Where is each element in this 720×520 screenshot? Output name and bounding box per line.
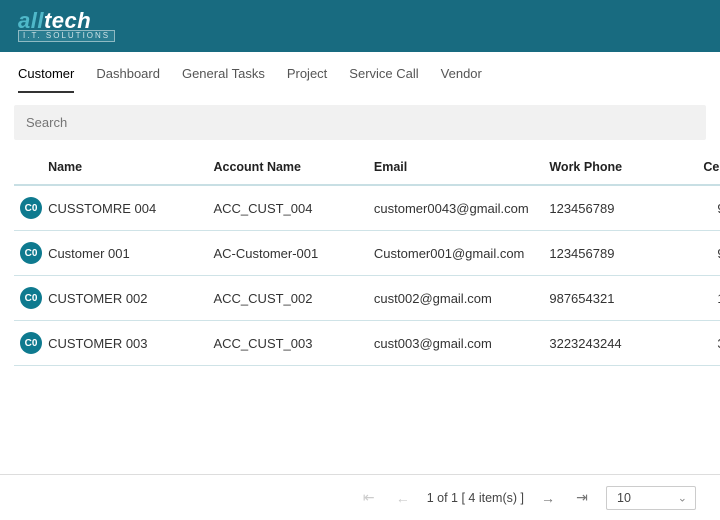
main-nav: Customer Dashboard General Tasks Project… (0, 52, 720, 93)
cell-email: Customer001@gmail.com (368, 231, 543, 276)
pagination-bar: ⇤ ← 1 of 1 [ 4 item(s) ] → ⇥ 10 ⌄ (0, 474, 720, 520)
cell-account: ACC_CUST_004 (207, 185, 367, 231)
col-account-name[interactable]: Account Name (207, 150, 367, 185)
chevron-down-icon: ⌄ (678, 491, 687, 504)
arrow-right-icon: → (541, 490, 555, 506)
cell-name: CUSTOMER 003 (42, 321, 207, 366)
brand-logo: alltech I.T. SOLUTIONS (18, 10, 115, 42)
avatar: C0 (20, 197, 42, 219)
col-name[interactable]: Name (42, 150, 207, 185)
cell-cell-phone: 9876543 (684, 231, 720, 276)
search-bar (14, 105, 706, 140)
col-avatar (14, 150, 42, 185)
avatar: C0 (20, 332, 42, 354)
table-row[interactable]: C0 CUSSTOMRE 004 ACC_CUST_004 customer00… (14, 185, 720, 231)
tab-project[interactable]: Project (287, 66, 327, 93)
cell-cell-phone: 9876543 (684, 185, 720, 231)
arrow-left-icon: ← (396, 490, 410, 506)
search-input[interactable] (14, 105, 706, 140)
col-work-phone[interactable]: Work Phone (543, 150, 683, 185)
chevron-bar-right-icon: ⇥ (576, 489, 588, 506)
page-size-select[interactable]: 10 ⌄ (606, 486, 696, 510)
tab-vendor[interactable]: Vendor (441, 66, 482, 93)
tab-service-call[interactable]: Service Call (349, 66, 418, 93)
pager-first-button[interactable]: ⇤ (359, 488, 379, 508)
avatar: C0 (20, 287, 42, 309)
cell-work-phone: 987654321 (543, 276, 683, 321)
cell-account: ACC_CUST_003 (207, 321, 367, 366)
table-header-row: Name Account Name Email Work Phone Cell … (14, 150, 720, 185)
cell-account: ACC_CUST_002 (207, 276, 367, 321)
pager-last-button[interactable]: ⇥ (572, 488, 592, 508)
cell-work-phone: 3223243244 (543, 321, 683, 366)
pager-prev-button[interactable]: ← (393, 488, 413, 508)
cell-email: cust002@gmail.com (368, 276, 543, 321)
cell-name: CUSTOMER 002 (42, 276, 207, 321)
tab-general-tasks[interactable]: General Tasks (182, 66, 265, 93)
cell-account: AC-Customer-001 (207, 231, 367, 276)
cell-email: cust003@gmail.com (368, 321, 543, 366)
customer-table-wrap: Name Account Name Email Work Phone Cell … (0, 150, 720, 474)
tab-dashboard[interactable]: Dashboard (96, 66, 160, 93)
cell-work-phone: 123456789 (543, 185, 683, 231)
chevron-bar-left-icon: ⇤ (363, 489, 375, 506)
table-row[interactable]: C0 Customer 001 AC-Customer-001 Customer… (14, 231, 720, 276)
col-cell-phone[interactable]: Cell Phone (684, 150, 720, 185)
cell-cell-phone: 1234567 (684, 276, 720, 321)
cell-name: Customer 001 (42, 231, 207, 276)
cell-name: CUSSTOMRE 004 (42, 185, 207, 231)
tab-customer[interactable]: Customer (18, 66, 74, 93)
avatar: C0 (20, 242, 42, 264)
pager-status: 1 of 1 [ 4 item(s) ] (427, 491, 524, 505)
customer-table: Name Account Name Email Work Phone Cell … (14, 150, 720, 366)
cell-cell-phone: 3242234 (684, 321, 720, 366)
app-header: alltech I.T. SOLUTIONS (0, 0, 720, 52)
col-email[interactable]: Email (368, 150, 543, 185)
page-size-value: 10 (617, 491, 631, 505)
brand-subtitle: I.T. SOLUTIONS (18, 30, 115, 42)
brand-name: alltech (18, 10, 115, 32)
table-row[interactable]: C0 CUSTOMER 002 ACC_CUST_002 cust002@gma… (14, 276, 720, 321)
pager-next-button[interactable]: → (538, 488, 558, 508)
cell-work-phone: 123456789 (543, 231, 683, 276)
table-row[interactable]: C0 CUSTOMER 003 ACC_CUST_003 cust003@gma… (14, 321, 720, 366)
cell-email: customer0043@gmail.com (368, 185, 543, 231)
